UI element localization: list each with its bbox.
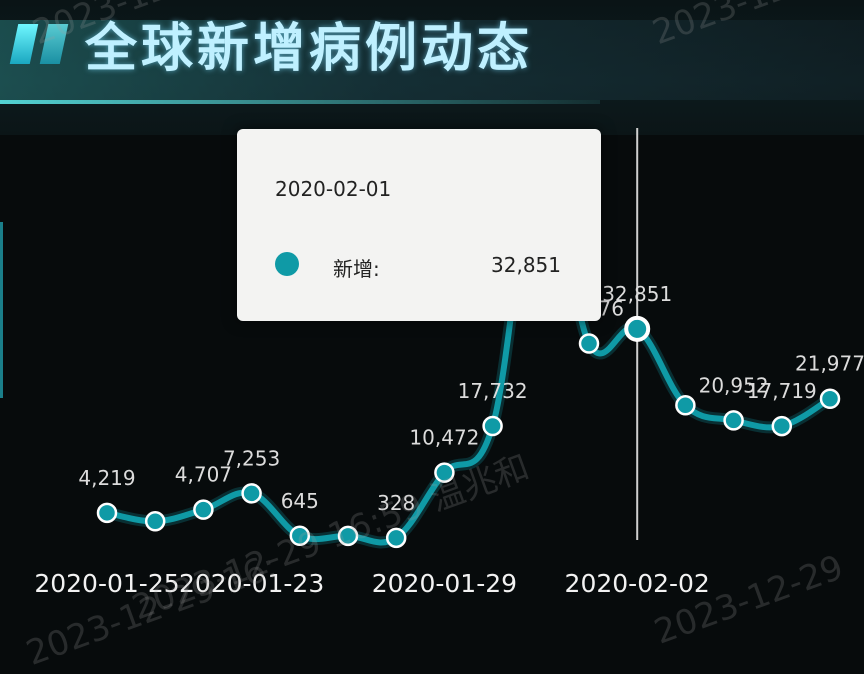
data-label: 10,472: [409, 426, 479, 450]
data-label: 21,977: [795, 352, 864, 376]
tooltip-series-dot-icon: [275, 252, 299, 276]
data-label: 32,851: [602, 282, 672, 306]
data-label: 17,719: [747, 379, 817, 403]
data-point[interactable]: [193, 499, 214, 520]
tooltip-series-label: 新增:: [333, 257, 380, 281]
data-label: 645: [281, 489, 319, 513]
x-tick-label: 2020-01-29: [372, 569, 517, 598]
data-point[interactable]: [675, 395, 696, 416]
data-point[interactable]: [96, 502, 118, 524]
tooltip-value: 32,851: [491, 253, 561, 277]
data-label: 17,732: [458, 379, 528, 403]
data-point[interactable]: [144, 511, 166, 532]
data-point[interactable]: [723, 410, 744, 431]
chart-tooltip: 2020-02-01 新增: 32,851: [237, 129, 601, 321]
data-label: 7,253: [223, 446, 280, 470]
data-point[interactable]: [624, 315, 651, 342]
tooltip-date: 2020-02-01: [275, 177, 392, 201]
data-point[interactable]: [482, 415, 503, 437]
data-point[interactable]: [241, 483, 262, 504]
data-label: 4,219: [78, 466, 135, 490]
data-point[interactable]: [819, 388, 841, 409]
data-point[interactable]: [771, 415, 793, 437]
x-tick-label: 2020-02-02: [565, 569, 710, 598]
data-point[interactable]: [578, 333, 600, 354]
